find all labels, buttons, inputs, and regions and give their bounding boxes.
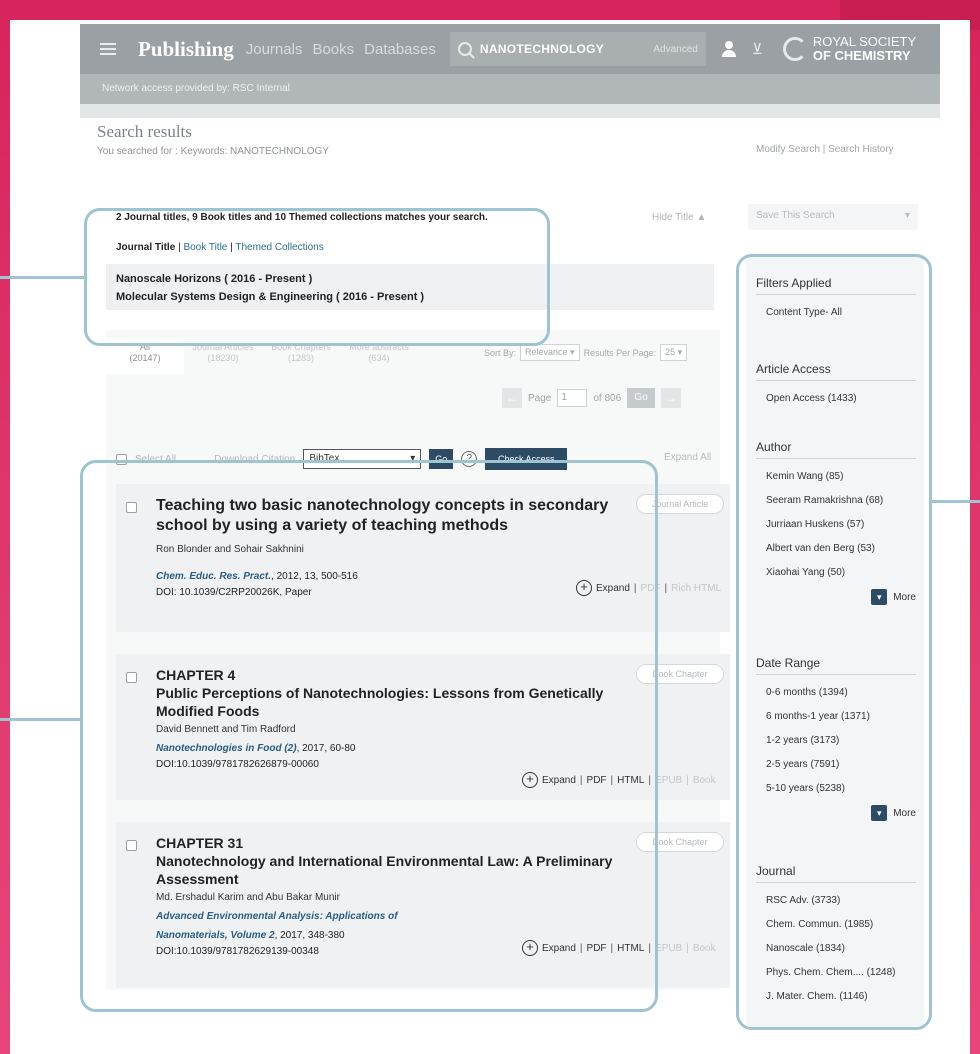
main-nav: Journals Books Databases xyxy=(246,41,436,58)
menu-icon[interactable] xyxy=(100,43,116,55)
page-number-input[interactable]: 1 xyxy=(557,389,588,407)
per-page-select[interactable]: 25 ▾ xyxy=(660,344,688,361)
expand-all-link[interactable]: Expand All xyxy=(664,452,711,463)
logo-line1: ROYAL SOCIETY xyxy=(812,34,917,49)
epub-link[interactable]: EPUB xyxy=(655,943,682,954)
pagination: ← Page 1 of 806 Go → xyxy=(502,388,682,408)
hide-title-toggle[interactable]: Hide Title ▲ xyxy=(652,212,706,223)
rsc-logo[interactable]: ROYAL SOCIETY OF CHEMISTRY xyxy=(782,34,917,63)
next-page-button[interactable]: → xyxy=(661,388,682,408)
epub-link[interactable]: EPUB xyxy=(655,775,682,786)
nav-journals[interactable]: Journals xyxy=(246,41,303,58)
journal-match-highlight xyxy=(84,208,550,346)
divider-band xyxy=(80,104,940,118)
results-highlight xyxy=(80,460,658,1012)
filters-highlight xyxy=(736,254,932,1030)
logo-line2: OF CHEMISTRY xyxy=(812,48,911,63)
user-icon[interactable] xyxy=(721,41,736,57)
book-link[interactable]: Book xyxy=(693,943,716,954)
search-value: NANOTECHNOLOGY xyxy=(479,42,605,56)
sort-select[interactable]: Relevance ▾ xyxy=(520,344,580,361)
rsc-logo-mark-icon xyxy=(782,37,807,61)
nav-databases[interactable]: Databases xyxy=(364,41,436,58)
nav-books[interactable]: Books xyxy=(312,41,354,58)
advanced-search-link[interactable]: Advanced xyxy=(653,44,697,55)
highlight-connector xyxy=(930,500,980,503)
search-input[interactable]: NANOTECHNOLOGY Advanced xyxy=(449,32,706,66)
modify-search-links[interactable]: Modify Search | Search History xyxy=(756,144,894,155)
brand-title[interactable]: Publishing xyxy=(138,37,234,62)
rich-html-link[interactable]: Rich HTML xyxy=(671,583,721,594)
sort-controls: Sort By: Relevance ▾ Results Per Page: 2… xyxy=(484,344,688,361)
highlight-connector xyxy=(0,718,82,721)
go-page-button[interactable]: Go xyxy=(627,388,656,408)
search-summary: You searched for : Keywords: NANOTECHNOL… xyxy=(97,146,329,157)
access-org: RSC Internal xyxy=(232,83,290,94)
cart-icon[interactable]: ⊻ xyxy=(752,40,763,58)
prev-page-button[interactable]: ← xyxy=(502,388,522,408)
network-access-bar: Network access provided by: RSC Internal xyxy=(80,74,940,104)
top-nav-bar: Publishing Journals Books Databases NANO… xyxy=(80,24,940,74)
save-search-dropdown[interactable]: Save This Search xyxy=(748,204,918,230)
highlight-connector xyxy=(0,276,86,279)
page-title: Search results xyxy=(97,122,192,141)
book-link[interactable]: Book xyxy=(693,775,716,786)
search-icon xyxy=(457,42,472,56)
